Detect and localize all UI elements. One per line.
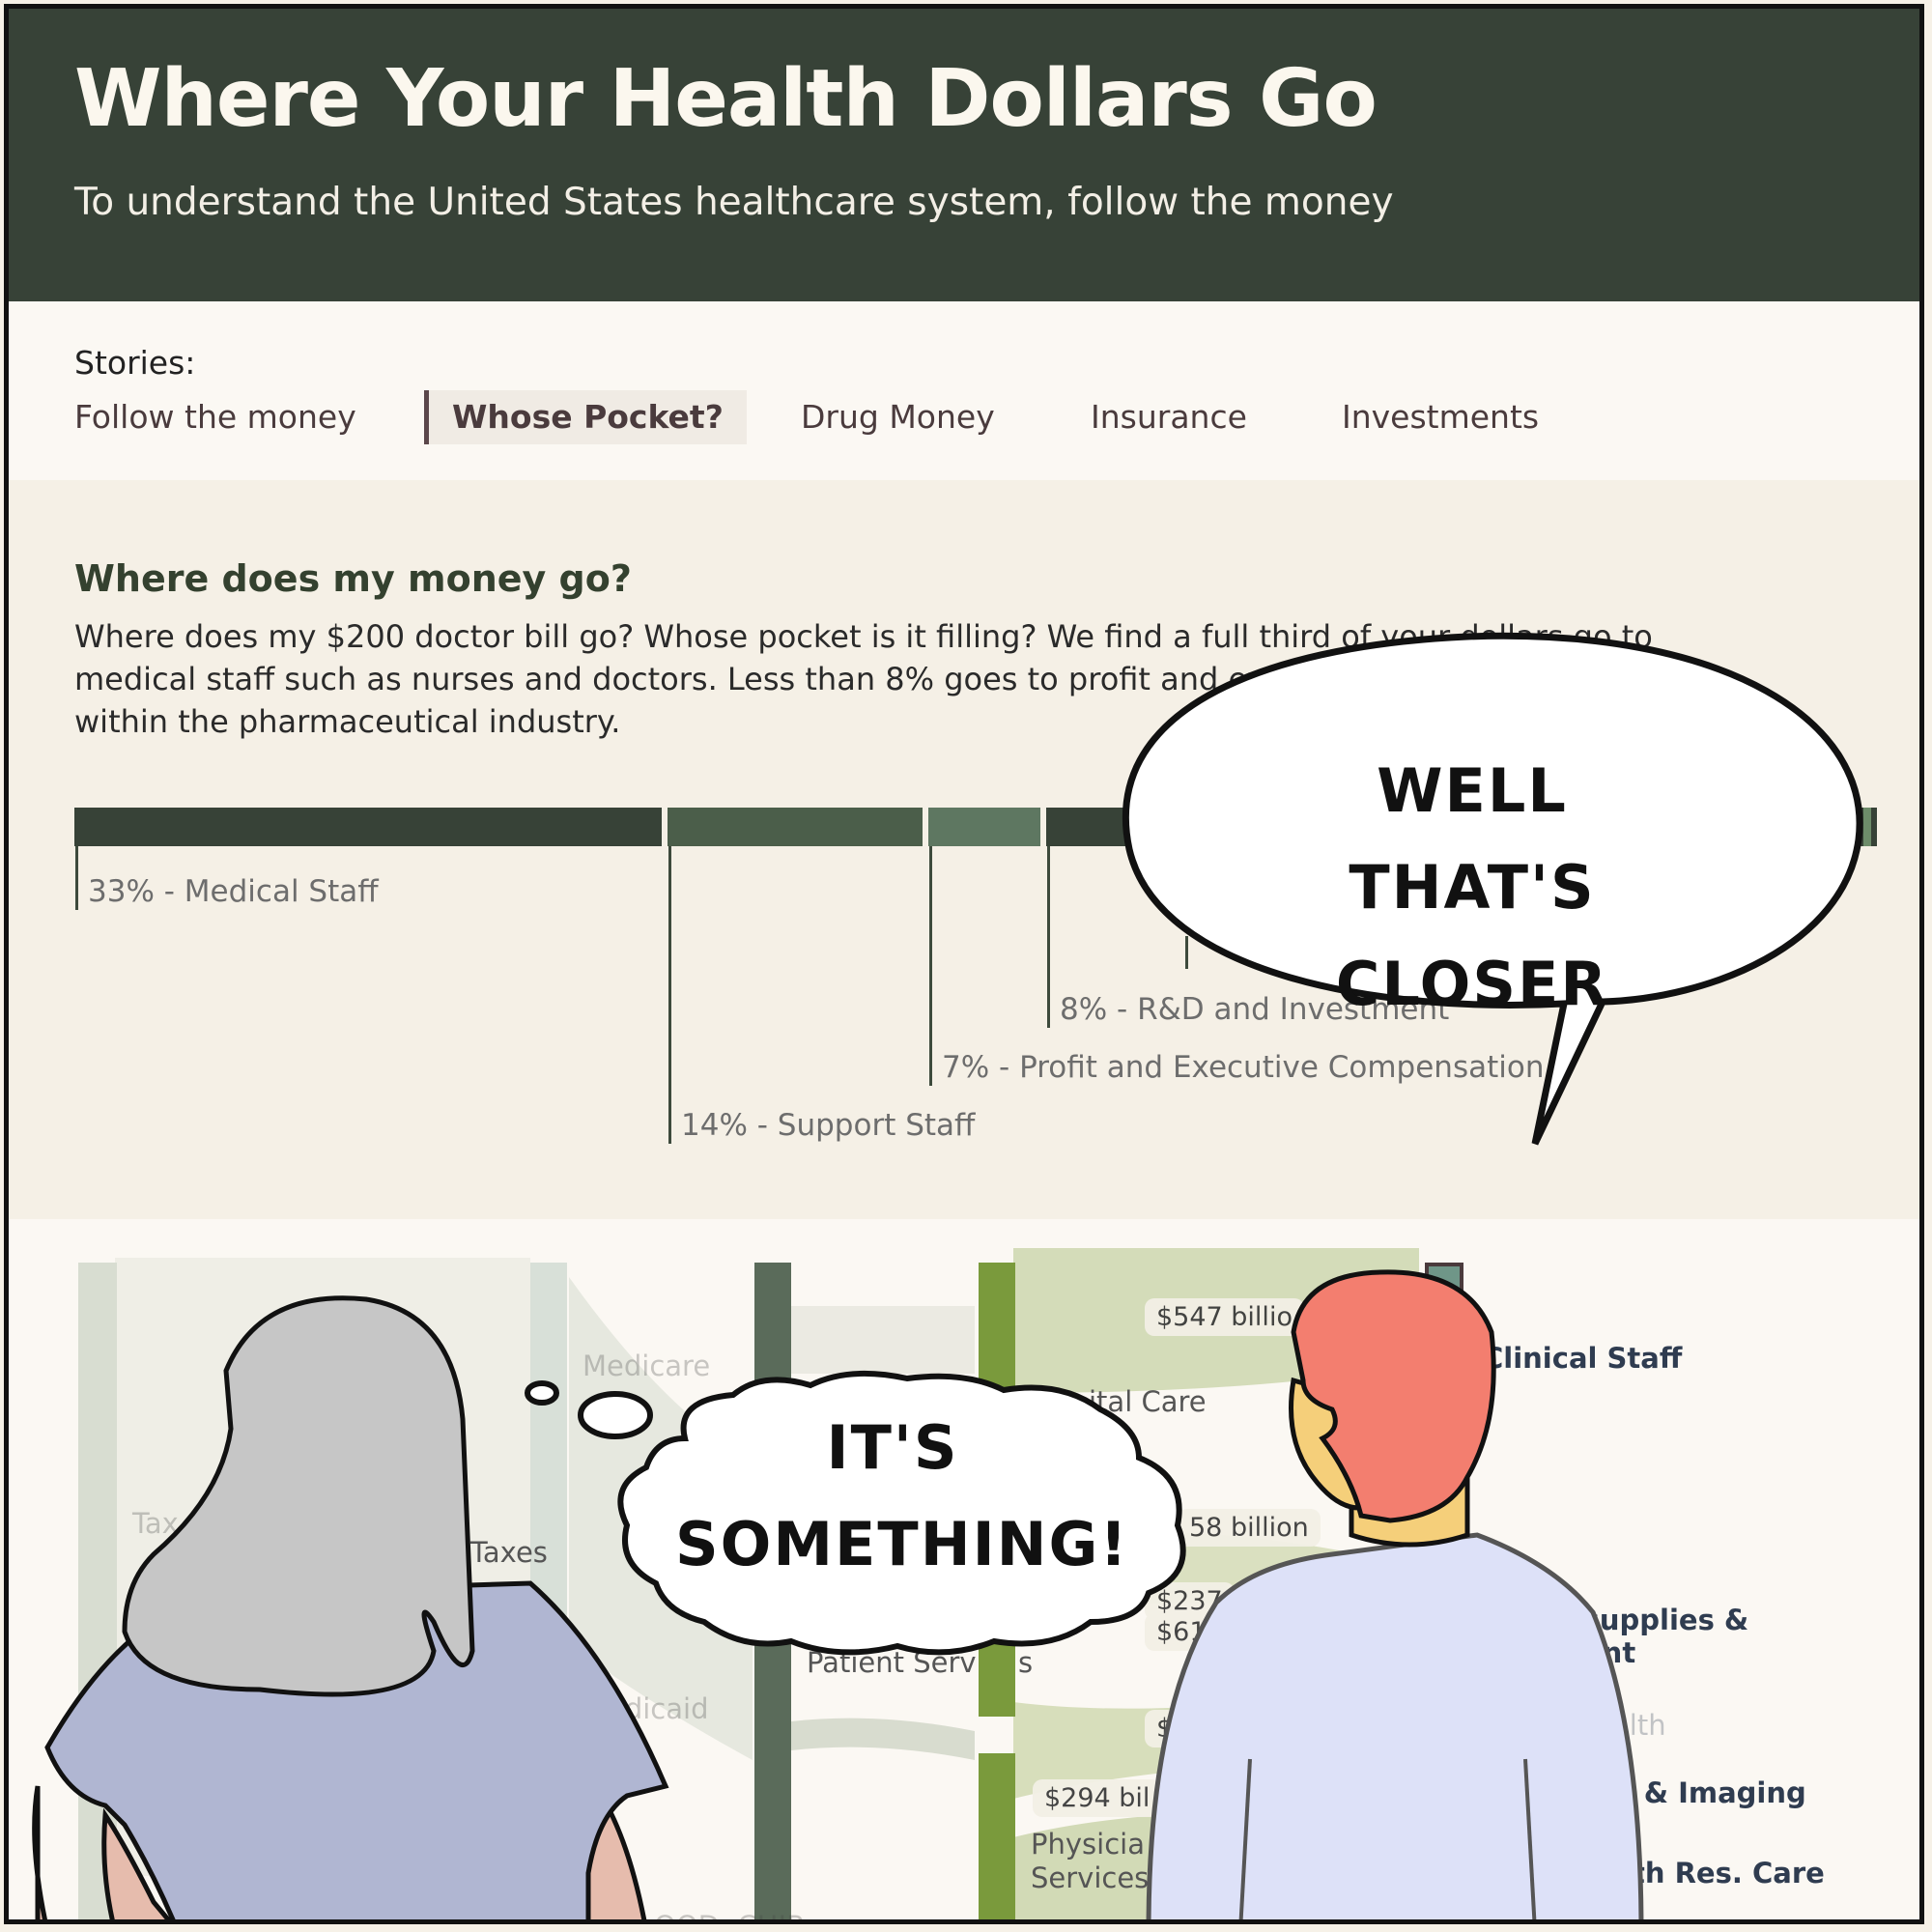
sankey-label-medicare: Medicare [582, 1350, 711, 1382]
stories-nav: Stories: Follow the money Whose Pocket? … [9, 301, 1919, 480]
amount-badge: $294 bil [1033, 1779, 1162, 1817]
thought-bubble-text: IT'S SOMETHING! [675, 1400, 1129, 1593]
sankey-label-patient-services: Patient Serv [807, 1646, 977, 1679]
sankey-node-taxes-source[interactable] [78, 1263, 117, 1919]
label-medical-staff: 33% - Medical Staff [88, 874, 379, 909]
page-subtitle: To understand the United States healthca… [74, 181, 1394, 224]
speech-line: CLOSER [1335, 949, 1609, 1019]
bar-end [1863, 808, 1871, 846]
bar-profit[interactable] [928, 808, 1040, 846]
label-support-staff: 14% - Support Staff [681, 1108, 976, 1143]
stories-label: Stories: [74, 344, 196, 382]
tab-investments[interactable]: Investments [1342, 390, 1539, 444]
thought-line: IT'S [826, 1412, 959, 1483]
label-profit: 7% - Profit and Executive Compensation [942, 1050, 1545, 1085]
sankey-node-clinical-staff[interactable] [1425, 1263, 1463, 1552]
bar-medical-staff[interactable] [74, 808, 662, 846]
sankey-label-clinical-staff: Clinical Staff [1483, 1342, 1683, 1375]
sankey-label-chip: OOD, CHIP [654, 1910, 804, 1919]
sankey-node-physician-services[interactable] [979, 1753, 1015, 1919]
sankey-label-physician: Physicia [1031, 1828, 1145, 1861]
sankey-label-supplies: al supplies & [1545, 1604, 1749, 1636]
sankey-label-physician-services: Services [1031, 1861, 1150, 1894]
sankey-label-imaging: / & Imaging [1624, 1776, 1806, 1809]
speech-bubble-text: WELL THAT'S CLOSER [1255, 743, 1690, 1033]
sankey-label-supplies-cont: ent [1583, 1636, 1636, 1669]
sankey-label-res-care: th Res. Care [1632, 1857, 1825, 1889]
tab-whose-pocket[interactable]: Whose Pocket? [424, 390, 747, 444]
leader-line [1185, 936, 1188, 969]
sankey-label-health: alth [1612, 1709, 1666, 1742]
sankey-label-taxes-left: Tax [132, 1507, 179, 1540]
page-header: Where Your Health Dollars Go To understa… [9, 9, 1919, 301]
tab-follow-the-money[interactable]: Follow the money [74, 390, 356, 444]
story-heading: Where does my money go? [74, 557, 632, 600]
sankey-label-taxes: Taxes [470, 1536, 548, 1569]
amount-badge: $547 billio [1145, 1298, 1304, 1336]
speech-line: WELL THAT'S [1349, 755, 1596, 923]
amount-badge: $ [1145, 1710, 1185, 1747]
sankey-node-patient-services[interactable] [754, 1263, 791, 1919]
story-paragraph-line: Where does my $200 doctor bill go? Whose… [74, 618, 1653, 655]
sankey-label-medicaid: edicaid [608, 1692, 709, 1725]
story-paragraph: Where does my $200 doctor bill go? Whose… [74, 615, 1842, 743]
amount-badge: $61 [1145, 1613, 1218, 1651]
tab-drug-money[interactable]: Drug Money [801, 390, 995, 444]
page-title: Where Your Health Dollars Go [74, 53, 1378, 145]
story-paragraph-line: within the pharmaceutical industry. [74, 703, 621, 740]
thought-line: SOMETHING! [675, 1509, 1129, 1579]
tab-insurance[interactable]: Insurance [1091, 390, 1247, 444]
leader-line [929, 846, 932, 1086]
leader-line [75, 846, 78, 910]
leader-line [668, 846, 671, 1144]
leader-line [1047, 846, 1050, 1028]
bar-support-staff[interactable] [668, 808, 923, 846]
sankey-label-patient-services-end: s [1018, 1646, 1034, 1679]
sankey-node-payers[interactable] [530, 1263, 567, 1890]
comic-frame: Where Your Health Dollars Go To understa… [4, 4, 1924, 1924]
story-paragraph-line: medical staff such as nurses and doctors… [74, 661, 1730, 697]
amount-badge: 58 billion [1178, 1509, 1321, 1547]
